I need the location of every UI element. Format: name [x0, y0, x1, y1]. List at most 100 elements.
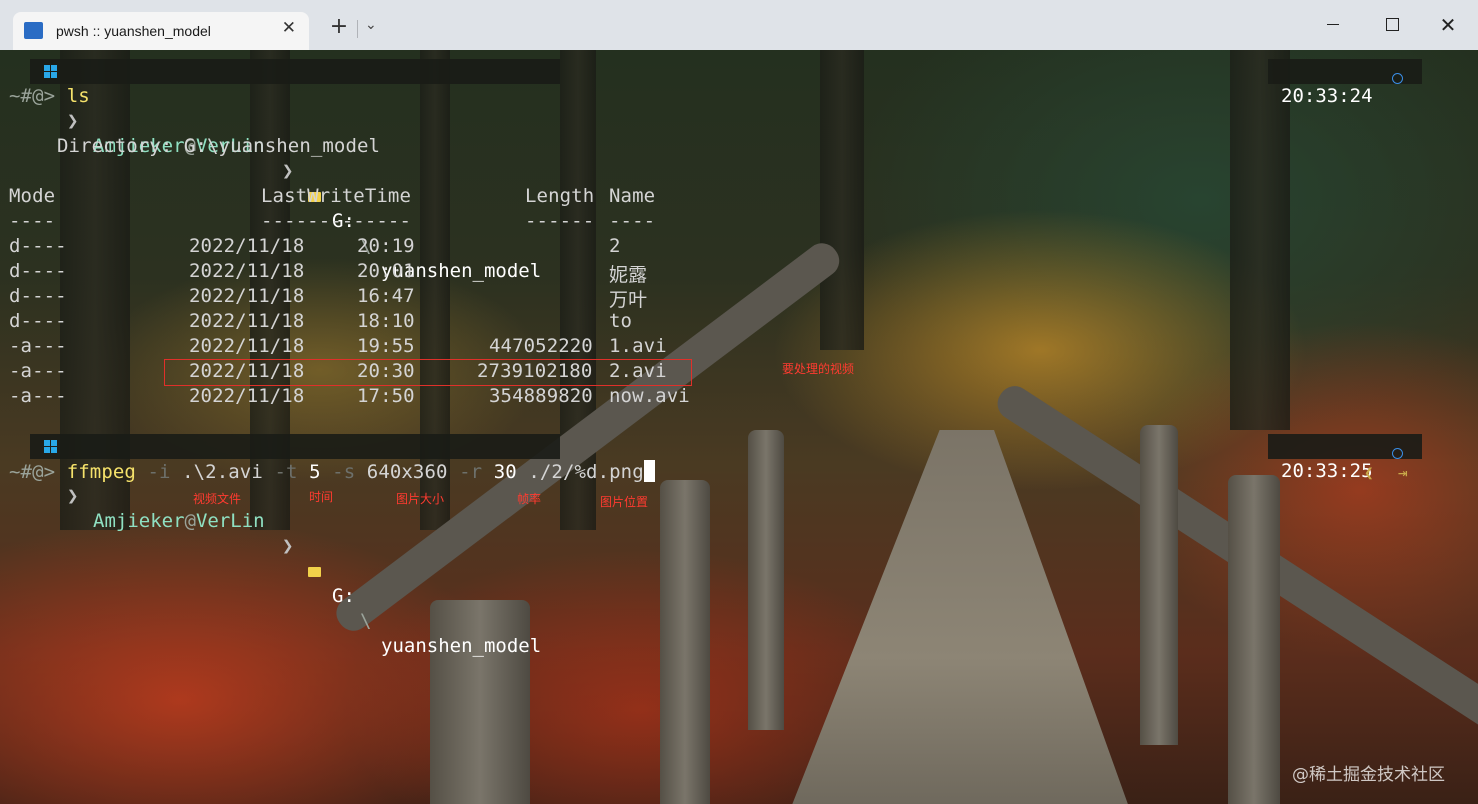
row-name: 万叶	[609, 289, 648, 311]
header-lastwritetime: LastWriteTime	[261, 185, 412, 207]
row-time: 20:19	[357, 235, 415, 257]
row-date: 2022/11/18	[189, 335, 305, 357]
tab-close-icon[interactable]: ✕	[282, 18, 296, 38]
arg-duration: 5	[309, 461, 321, 483]
row-mode: -a---	[9, 360, 67, 382]
row-time: 17:50	[357, 385, 415, 407]
drive-label: G:	[332, 585, 355, 607]
underline-mode: ----	[9, 210, 56, 232]
annotation-image-location: 图片位置	[600, 495, 649, 509]
flag-size: -s	[332, 461, 356, 483]
annotation-video-to-process: 要处理的视频	[782, 362, 855, 376]
title-bar: pwsh :: yuanshen_model ✕ + ⌄ ✕	[0, 0, 1478, 50]
header-mode: Mode	[9, 185, 56, 207]
terminal-icon	[24, 22, 43, 39]
underline-lastwritetime: -------------	[261, 210, 412, 232]
tab-pwsh[interactable]: pwsh :: yuanshen_model ✕	[13, 12, 309, 50]
row-name: 1.avi	[609, 335, 667, 357]
folder-icon	[308, 567, 321, 577]
annotation-image-size: 图片大小	[396, 492, 445, 506]
command-ffmpeg: ffmpeg	[66, 461, 136, 483]
flag-duration: -t	[274, 461, 298, 483]
exit-icon[interactable]: ⇥	[1398, 463, 1408, 482]
hostname: VerLin	[195, 510, 265, 532]
underline-name: ----	[609, 210, 656, 232]
chevron-down-icon[interactable]: ⌄	[365, 17, 377, 33]
row-mode: -a---	[9, 385, 67, 407]
underline-length: ------	[525, 210, 595, 232]
username: Amjieker	[93, 510, 185, 532]
prompt-time: 20:33:24	[1281, 85, 1373, 107]
header-name: Name	[609, 185, 656, 207]
prompt-time: 20:33:25	[1281, 460, 1373, 482]
row-mode: d----	[9, 285, 67, 307]
time-segment: 20:33:24	[1268, 59, 1422, 107]
background-tree	[820, 50, 864, 350]
row-time: 19:55	[357, 335, 415, 357]
row-time: 20:01	[357, 260, 415, 282]
annotation-frame-rate: 帧率	[517, 492, 542, 506]
row-date: 2022/11/18	[189, 260, 305, 282]
flag-rate: -r	[459, 461, 483, 483]
minimize-button[interactable]	[1313, 10, 1353, 40]
row-date: 2022/11/18	[189, 235, 305, 257]
row-mode: d----	[9, 260, 67, 282]
bridge-post	[660, 480, 710, 804]
annotation-video-file: 视频文件	[193, 492, 242, 506]
command-line: ~#@> ls	[9, 85, 90, 107]
bridge-deck	[790, 430, 1130, 804]
row-length: 447052220	[489, 335, 593, 357]
row-mode: d----	[9, 310, 67, 332]
bridge-post	[748, 430, 784, 730]
tab-divider	[357, 20, 358, 38]
prompt-symbol: ~#@>	[9, 461, 56, 483]
command-line[interactable]: ~#@> ffmpeg -i .\2.avi -t 5 -s 640x360 -…	[9, 460, 655, 483]
arg-output: ./2/%d.png	[528, 461, 644, 483]
new-tab-button[interactable]: +	[327, 15, 351, 39]
highlight-box	[164, 359, 692, 386]
row-mode: -a---	[9, 335, 67, 357]
row-length: 354889820	[489, 385, 593, 407]
bridge-post	[1228, 475, 1280, 804]
terminal-pane[interactable]	[0, 50, 1478, 804]
row-name: 妮露	[609, 264, 648, 286]
bridge-post	[1140, 425, 1178, 745]
bridge-post	[430, 600, 530, 804]
time-segment: 20:33:25	[1268, 434, 1422, 482]
row-time: 18:10	[357, 310, 415, 332]
chevron-left-icon[interactable]: ❮	[1364, 463, 1374, 482]
row-date: 2022/11/18	[189, 310, 305, 332]
clock-icon	[1392, 73, 1403, 84]
arg-rate: 30	[493, 461, 517, 483]
row-date: 2022/11/18	[189, 385, 305, 407]
minimize-icon	[1327, 24, 1339, 25]
watermark: @稀土掘金技术社区	[1292, 765, 1445, 785]
windows-icon	[44, 65, 57, 78]
arg-size: 640x360	[366, 461, 448, 483]
at-sign: @	[184, 510, 196, 532]
prompt-segment: ❯ Amjieker@VerLin ❯ G: \ yuanshen_model	[30, 434, 560, 657]
header-length: Length	[525, 185, 595, 207]
directory-line: Directory: G:\yuanshen_model	[57, 135, 381, 157]
command-text: ls	[66, 85, 90, 107]
row-date: 2022/11/18	[189, 285, 305, 307]
maximize-icon	[1386, 18, 1399, 31]
row-name: now.avi	[609, 385, 690, 407]
row-mode: d----	[9, 235, 67, 257]
clock-icon	[1392, 448, 1403, 459]
text-cursor	[643, 460, 655, 482]
path-separator: \	[360, 610, 372, 632]
path-label: yuanshen_model	[381, 635, 542, 657]
prompt-segment: ❯ Amjieker@VerLin ❯ G: \ yuanshen_model	[30, 59, 560, 282]
arg-input: .\2.avi	[182, 461, 263, 483]
row-name: to	[609, 310, 633, 332]
row-time: 16:47	[357, 285, 415, 307]
maximize-button[interactable]	[1372, 10, 1412, 40]
annotation-time: 时间	[309, 490, 334, 504]
tab-title: pwsh :: yuanshen_model	[56, 23, 211, 39]
flag-input: -i	[147, 461, 171, 483]
close-button[interactable]: ✕	[1428, 10, 1468, 40]
prompt-symbol: ~#@>	[9, 85, 56, 107]
windows-icon	[44, 440, 57, 453]
row-name: 2	[609, 235, 621, 257]
